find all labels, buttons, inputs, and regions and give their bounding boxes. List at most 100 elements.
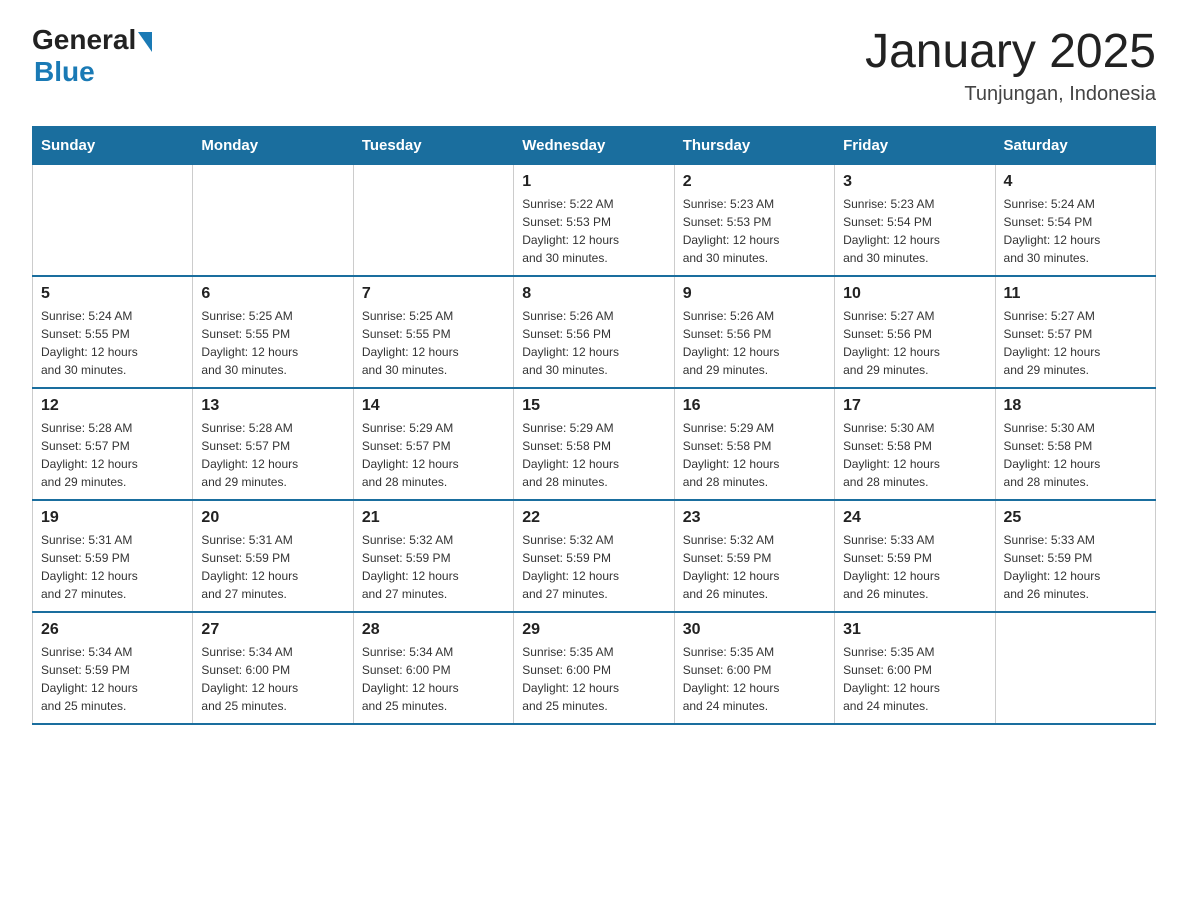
day-number: 27	[201, 621, 344, 639]
table-row: 17Sunrise: 5:30 AM Sunset: 5:58 PM Dayli…	[835, 388, 995, 500]
day-info: Sunrise: 5:29 AM Sunset: 5:58 PM Dayligh…	[683, 419, 826, 491]
calendar-subtitle: Tunjungan, Indonesia	[865, 83, 1156, 106]
table-row: 7Sunrise: 5:25 AM Sunset: 5:55 PM Daylig…	[353, 276, 513, 388]
table-row: 22 Sunrise: 5:32 AM Sunset: 5:59 PM Dayli…	[514, 500, 674, 612]
day-number: 16	[683, 397, 826, 415]
day-info: Sunrise: 5:35 AM Sunset: 6:00 PM Dayligh…	[843, 643, 986, 715]
table-row: 26 Sunrise: 5:34 AM Sunset: 5:59 PM Dayli…	[33, 612, 193, 724]
logo: General Blue	[32, 24, 152, 88]
header-wednesday: Wednesday	[514, 127, 674, 165]
day-number: 10	[843, 285, 986, 303]
table-row	[33, 165, 193, 277]
day-info: Sunrise: 5:35 AM Sunset: 6:00 PM Dayligh…	[683, 643, 826, 715]
day-info: Sunrise: 5:29 AM Sunset: 5:58 PM Dayligh…	[522, 419, 665, 491]
day-info: Sunrise: 5:33 AM Sunset: 5:59 PM Dayligh…	[1004, 531, 1147, 603]
calendar-title: January 2025	[865, 24, 1156, 79]
logo-blue-text: Blue	[34, 56, 95, 88]
table-row: 30 Sunrise: 5:35 AM Sunset: 6:00 PM Dayli…	[674, 612, 834, 724]
page-header: General Blue January 2025 Tunjungan, Ind…	[32, 24, 1156, 106]
day-number: 2	[683, 173, 826, 191]
day-number: 14	[362, 397, 505, 415]
day-info: Sunrise: 5:25 AM Sunset: 5:55 PM Dayligh…	[362, 307, 505, 379]
day-info: Sunrise: 5:24 AM Sunset: 5:54 PM Dayligh…	[1004, 195, 1147, 267]
day-number: 13	[201, 397, 344, 415]
day-info: Sunrise: 5:27 AM Sunset: 5:57 PM Dayligh…	[1004, 307, 1147, 379]
header-tuesday: Tuesday	[353, 127, 513, 165]
day-info: Sunrise: 5:24 AM Sunset: 5:55 PM Dayligh…	[41, 307, 184, 379]
table-row: 1 Sunrise: 5:22 AM Sunset: 5:53 PM Daylig…	[514, 165, 674, 277]
day-number: 26	[41, 621, 184, 639]
table-row: 18Sunrise: 5:30 AM Sunset: 5:58 PM Dayli…	[995, 388, 1155, 500]
day-number: 5	[41, 285, 184, 303]
day-info: Sunrise: 5:34 AM Sunset: 6:00 PM Dayligh…	[362, 643, 505, 715]
day-number: 3	[843, 173, 986, 191]
table-row: 31Sunrise: 5:35 AM Sunset: 6:00 PM Dayli…	[835, 612, 995, 724]
table-row: 16 Sunrise: 5:29 AM Sunset: 5:58 PM Dayli…	[674, 388, 834, 500]
table-row: 9 Sunrise: 5:26 AM Sunset: 5:56 PM Daylig…	[674, 276, 834, 388]
table-row: 28Sunrise: 5:34 AM Sunset: 6:00 PM Dayli…	[353, 612, 513, 724]
day-info: Sunrise: 5:31 AM Sunset: 5:59 PM Dayligh…	[201, 531, 344, 603]
table-row: 29Sunrise: 5:35 AM Sunset: 6:00 PM Dayli…	[514, 612, 674, 724]
table-row: 24Sunrise: 5:33 AM Sunset: 5:59 PM Dayli…	[835, 500, 995, 612]
day-info: Sunrise: 5:32 AM Sunset: 5:59 PM Dayligh…	[683, 531, 826, 603]
day-number: 17	[843, 397, 986, 415]
day-info: Sunrise: 5:35 AM Sunset: 6:00 PM Dayligh…	[522, 643, 665, 715]
day-number: 15	[522, 397, 665, 415]
day-number: 8	[522, 285, 665, 303]
calendar-table: Sunday Monday Tuesday Wednesday Thursday…	[32, 126, 1156, 725]
day-info: Sunrise: 5:29 AM Sunset: 5:57 PM Dayligh…	[362, 419, 505, 491]
calendar-week-row: 5 Sunrise: 5:24 AM Sunset: 5:55 PM Daylig…	[33, 276, 1156, 388]
day-number: 4	[1004, 173, 1147, 191]
day-info: Sunrise: 5:22 AM Sunset: 5:53 PM Dayligh…	[522, 195, 665, 267]
day-number: 11	[1004, 285, 1147, 303]
header-friday: Friday	[835, 127, 995, 165]
table-row: 25 Sunrise: 5:33 AM Sunset: 5:59 PM Dayli…	[995, 500, 1155, 612]
title-section: January 2025 Tunjungan, Indonesia	[865, 24, 1156, 106]
day-info: Sunrise: 5:26 AM Sunset: 5:56 PM Dayligh…	[522, 307, 665, 379]
day-number: 1	[522, 173, 665, 191]
table-row: 15 Sunrise: 5:29 AM Sunset: 5:58 PM Dayli…	[514, 388, 674, 500]
day-number: 23	[683, 509, 826, 527]
day-info: Sunrise: 5:25 AM Sunset: 5:55 PM Dayligh…	[201, 307, 344, 379]
day-info: Sunrise: 5:30 AM Sunset: 5:58 PM Dayligh…	[1004, 419, 1147, 491]
table-row	[995, 612, 1155, 724]
day-number: 21	[362, 509, 505, 527]
table-row: 14 Sunrise: 5:29 AM Sunset: 5:57 PM Dayli…	[353, 388, 513, 500]
table-row: 12 Sunrise: 5:28 AM Sunset: 5:57 PM Dayli…	[33, 388, 193, 500]
table-row: 20 Sunrise: 5:31 AM Sunset: 5:59 PM Dayli…	[193, 500, 353, 612]
header-saturday: Saturday	[995, 127, 1155, 165]
day-number: 25	[1004, 509, 1147, 527]
day-info: Sunrise: 5:28 AM Sunset: 5:57 PM Dayligh…	[201, 419, 344, 491]
table-row	[353, 165, 513, 277]
table-row	[193, 165, 353, 277]
calendar-week-row: 1 Sunrise: 5:22 AM Sunset: 5:53 PM Daylig…	[33, 165, 1156, 277]
logo-general-text: General	[32, 24, 136, 56]
day-info: Sunrise: 5:31 AM Sunset: 5:59 PM Dayligh…	[41, 531, 184, 603]
table-row: 11 Sunrise: 5:27 AM Sunset: 5:57 PM Dayli…	[995, 276, 1155, 388]
day-info: Sunrise: 5:27 AM Sunset: 5:56 PM Dayligh…	[843, 307, 986, 379]
day-number: 20	[201, 509, 344, 527]
day-info: Sunrise: 5:26 AM Sunset: 5:56 PM Dayligh…	[683, 307, 826, 379]
day-info: Sunrise: 5:28 AM Sunset: 5:57 PM Dayligh…	[41, 419, 184, 491]
day-info: Sunrise: 5:23 AM Sunset: 5:53 PM Dayligh…	[683, 195, 826, 267]
header-monday: Monday	[193, 127, 353, 165]
day-number: 9	[683, 285, 826, 303]
table-row: 10 Sunrise: 5:27 AM Sunset: 5:56 PM Dayli…	[835, 276, 995, 388]
day-number: 30	[683, 621, 826, 639]
day-number: 12	[41, 397, 184, 415]
table-row: 2 Sunrise: 5:23 AM Sunset: 5:53 PM Daylig…	[674, 165, 834, 277]
day-info: Sunrise: 5:32 AM Sunset: 5:59 PM Dayligh…	[362, 531, 505, 603]
day-number: 6	[201, 285, 344, 303]
table-row: 13 Sunrise: 5:28 AM Sunset: 5:57 PM Dayli…	[193, 388, 353, 500]
calendar-week-row: 12 Sunrise: 5:28 AM Sunset: 5:57 PM Dayli…	[33, 388, 1156, 500]
day-info: Sunrise: 5:34 AM Sunset: 5:59 PM Dayligh…	[41, 643, 184, 715]
table-row: 23 Sunrise: 5:32 AM Sunset: 5:59 PM Dayli…	[674, 500, 834, 612]
day-number: 22	[522, 509, 665, 527]
header-sunday: Sunday	[33, 127, 193, 165]
calendar-header-row: Sunday Monday Tuesday Wednesday Thursday…	[33, 127, 1156, 165]
table-row: 5 Sunrise: 5:24 AM Sunset: 5:55 PM Daylig…	[33, 276, 193, 388]
header-thursday: Thursday	[674, 127, 834, 165]
day-info: Sunrise: 5:32 AM Sunset: 5:59 PM Dayligh…	[522, 531, 665, 603]
day-info: Sunrise: 5:23 AM Sunset: 5:54 PM Dayligh…	[843, 195, 986, 267]
table-row: 3 Sunrise: 5:23 AM Sunset: 5:54 PM Daylig…	[835, 165, 995, 277]
